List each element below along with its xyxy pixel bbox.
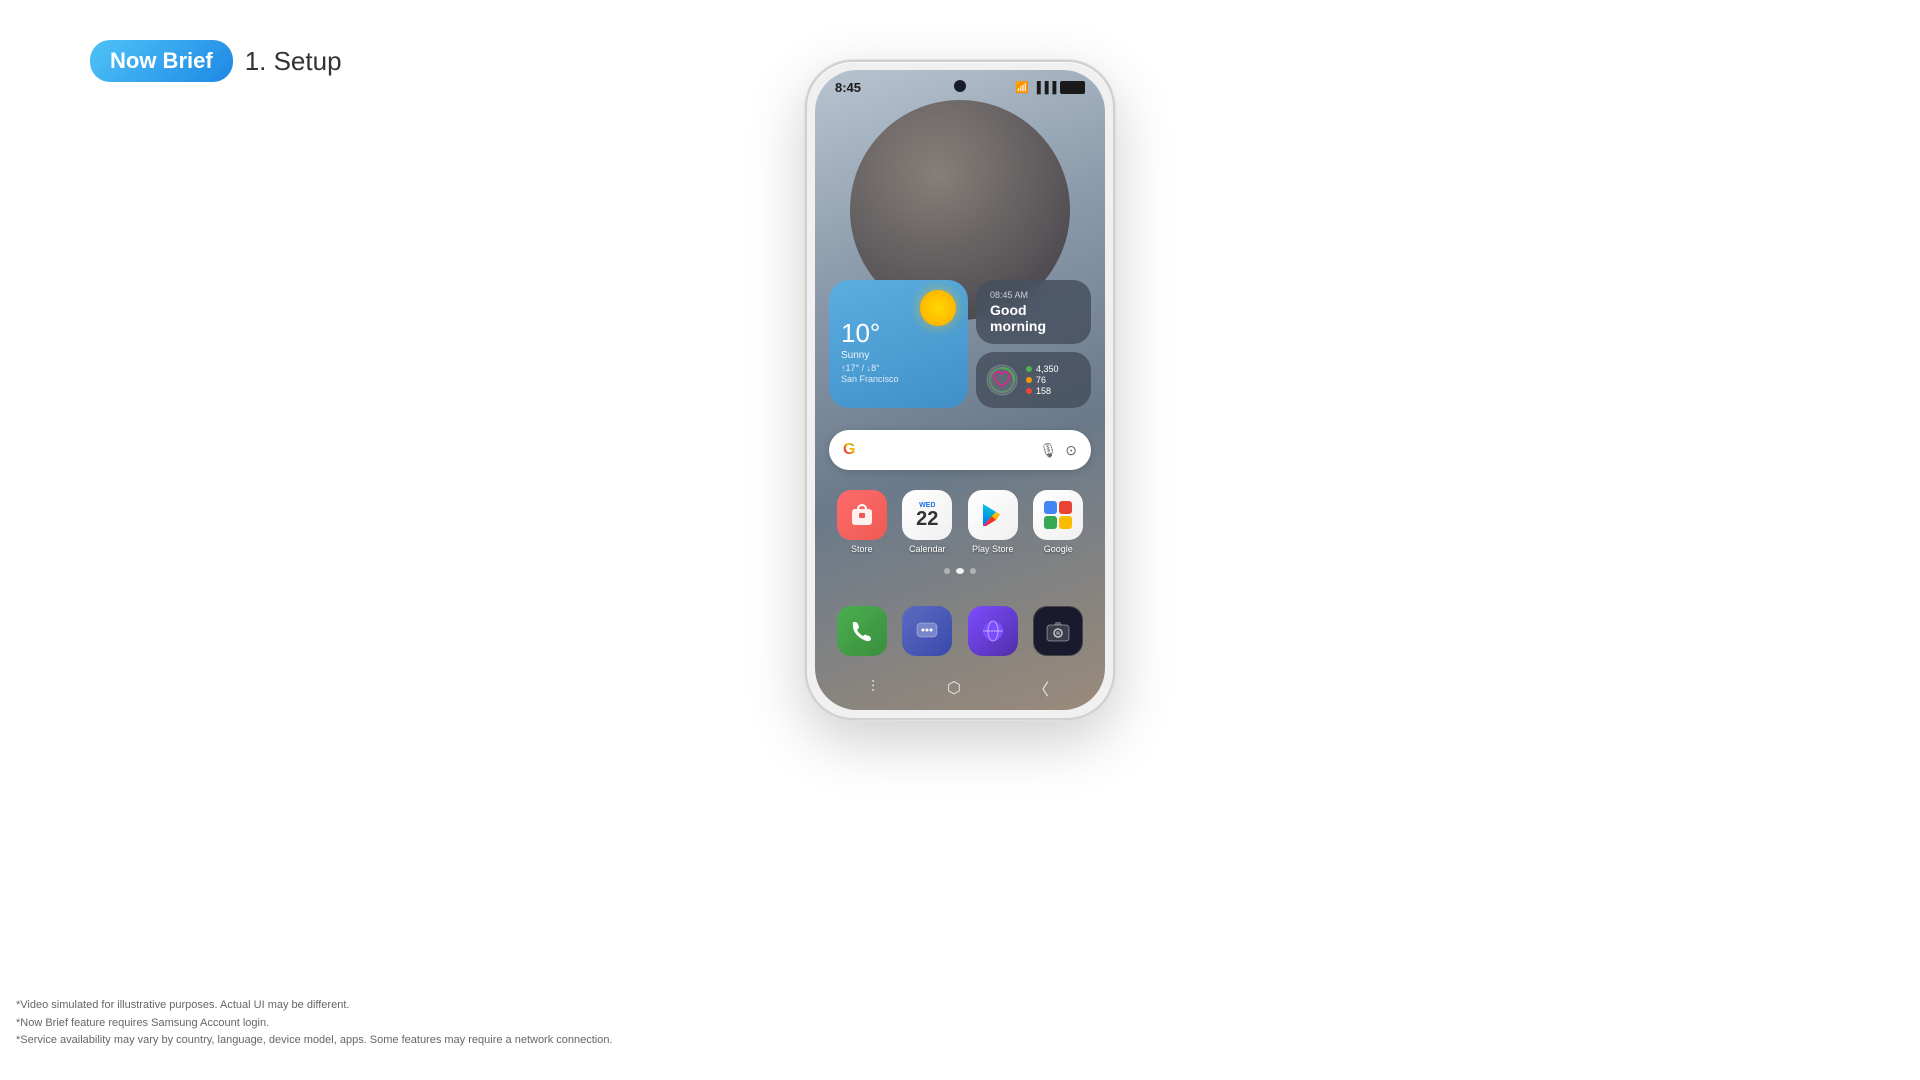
footer-note-1: *Video simulated for illustrative purpos… — [16, 997, 613, 1015]
footer-note-3: *Service availability may vary by countr… — [16, 1032, 613, 1050]
google-cell-red — [1059, 501, 1072, 514]
footer-note-2: *Now Brief feature requires Samsung Acco… — [16, 1015, 613, 1033]
calendar-date: 22 — [916, 509, 938, 529]
health-calories: 158 — [1026, 386, 1059, 396]
app-item-store[interactable]: Store — [837, 490, 887, 554]
lens-icon[interactable]: ⊙ — [1065, 442, 1077, 459]
health-active: 76 — [1026, 375, 1059, 385]
steps-dot — [1026, 366, 1032, 372]
health-widget[interactable]: 4,350 76 158 — [976, 352, 1091, 408]
google-icon — [1033, 490, 1083, 540]
setup-step-label: 1. Setup — [245, 46, 342, 77]
dock-camera-icon[interactable] — [1033, 606, 1083, 656]
page-dot-3 — [970, 568, 976, 574]
dock-row — [829, 606, 1091, 656]
phone-container: 8:45 📶 ▐▐▐ 100 10° Sunny ↑17° / ↓8° San … — [805, 60, 1115, 720]
signal-icon: ▐▐▐ — [1033, 82, 1056, 94]
status-icons: 📶 ▐▐▐ 100 — [1015, 81, 1085, 94]
app-item-playstore[interactable]: Play Store — [968, 490, 1018, 554]
nav-recent-icon[interactable]: ⫶ — [871, 679, 875, 697]
wifi-icon: 📶 — [1015, 81, 1029, 94]
now-brief-badge: Now Brief — [90, 40, 233, 82]
playstore-label: Play Store — [972, 544, 1014, 554]
app-item-calendar[interactable]: WED 22 Calendar — [902, 490, 952, 554]
weather-city: San Francisco — [841, 374, 956, 384]
weather-range: ↑17° / ↓8° — [841, 363, 956, 373]
battery-icon: 100 — [1060, 81, 1085, 94]
playstore-icon — [968, 490, 1018, 540]
right-widgets-column: 08:45 AM Good morning — [976, 280, 1091, 408]
navigation-bar: ⫶ ⬡ 〈 — [835, 676, 1085, 700]
phone-screen: 8:45 📶 ▐▐▐ 100 10° Sunny ↑17° / ↓8° San … — [815, 70, 1105, 710]
store-icon — [837, 490, 887, 540]
camera-notch — [954, 80, 966, 92]
dock-browser-icon[interactable] — [968, 606, 1018, 656]
top-label-area: Now Brief 1. Setup — [90, 40, 342, 82]
google-grid — [1044, 501, 1072, 529]
weather-widget[interactable]: 10° Sunny ↑17° / ↓8° San Francisco — [829, 280, 968, 408]
google-cell-blue — [1044, 501, 1057, 514]
google-cell-green — [1044, 516, 1057, 529]
dock-messages-icon[interactable] — [902, 606, 952, 656]
calories-value: 158 — [1036, 386, 1051, 396]
footer-notes: *Video simulated for illustrative purpos… — [16, 997, 613, 1050]
steps-value: 4,350 — [1036, 364, 1059, 374]
microphone-icon[interactable]: 🎙 — [1039, 442, 1057, 459]
google-cell-yellow — [1059, 516, 1072, 529]
google-label: Google — [1044, 544, 1073, 554]
page-dot-1 — [944, 568, 950, 574]
weather-sun-icon — [920, 290, 956, 326]
phone-outer: 8:45 📶 ▐▐▐ 100 10° Sunny ↑17° / ↓8° San … — [805, 60, 1115, 720]
weather-condition: Sunny — [841, 350, 956, 361]
widgets-area: 10° Sunny ↑17° / ↓8° San Francisco 08:45… — [829, 280, 1091, 408]
nav-home-icon[interactable]: ⬡ — [947, 678, 961, 698]
active-value: 76 — [1036, 375, 1046, 385]
calendar-icon: WED 22 — [902, 490, 952, 540]
nav-back-icon[interactable]: 〈 — [1033, 676, 1049, 700]
status-time: 8:45 — [835, 80, 861, 95]
apps-row: Store WED 22 Calendar — [829, 490, 1091, 554]
google-logo: G — [843, 441, 855, 459]
page-dot-2 — [956, 568, 964, 574]
store-label: Store — [851, 544, 873, 554]
morning-widget[interactable]: 08:45 AM Good morning — [976, 280, 1091, 344]
health-icon — [986, 364, 1018, 396]
app-item-google[interactable]: Google — [1033, 490, 1083, 554]
page-dots — [944, 568, 976, 574]
google-search-bar[interactable]: G 🎙 ⊙ — [829, 430, 1091, 470]
dock-phone-icon[interactable] — [837, 606, 887, 656]
calories-dot — [1026, 388, 1032, 394]
active-dot — [1026, 377, 1032, 383]
health-steps: 4,350 — [1026, 364, 1059, 374]
morning-greeting: Good morning — [990, 302, 1077, 334]
morning-time: 08:45 AM — [990, 290, 1077, 300]
calendar-label: Calendar — [909, 544, 946, 554]
health-stats: 4,350 76 158 — [1026, 364, 1059, 396]
